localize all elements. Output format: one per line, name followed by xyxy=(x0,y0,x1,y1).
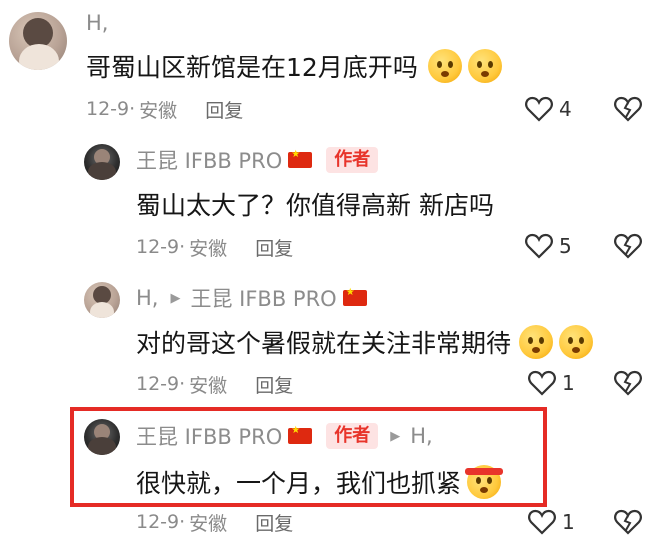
heart-outline-icon xyxy=(528,370,556,396)
thinking-emoji-icon xyxy=(427,49,462,83)
like-count: 1 xyxy=(562,371,575,395)
china-flag-icon xyxy=(288,425,313,444)
reply-item: H, ▶ 王昆 IFBB PRO 对的哥这个暑假就在关注非常期待 12-9·安徽… xyxy=(0,270,660,407)
comment-text: 蜀山太大了？你值得高新 新店吗 xyxy=(136,191,494,220)
reply-button[interactable]: 回复 xyxy=(255,509,293,536)
comment-item: H, 哥蜀山区新馆是在12月底开吗 12-9 · 安徽 回复 4 xyxy=(0,0,660,130)
comment-meta: 12-9 · 安徽 回复 xyxy=(136,234,293,260)
china-flag-icon xyxy=(342,287,367,306)
reply-item: 王昆 IFBB PRO 作者 ▶ H, 很快就，一个月，我们也抓紧 12-9·安… xyxy=(0,407,660,554)
comment-text: 对的哥这个暑假就在关注非常期待 xyxy=(136,322,594,362)
thinking-emoji-icon xyxy=(467,49,502,83)
china-flag-icon xyxy=(288,149,313,168)
heart-outline-icon xyxy=(528,509,556,535)
striving-emoji-icon xyxy=(465,465,504,499)
like-count: 4 xyxy=(559,97,572,121)
broken-heart-icon xyxy=(614,370,642,396)
author-name[interactable]: 王昆 IFBB PRO 作者 xyxy=(136,146,379,174)
like-count: 5 xyxy=(559,234,572,258)
comment-text: 很快就，一个月，我们也抓紧 xyxy=(136,462,504,502)
username[interactable]: H, ▶ 王昆 IFBB PRO xyxy=(136,284,367,312)
broken-heart-icon xyxy=(614,509,642,535)
reply-button[interactable]: 回复 xyxy=(255,371,293,398)
avatar[interactable] xyxy=(9,12,67,70)
broken-heart-icon xyxy=(614,96,642,122)
author-badge: 作者 xyxy=(326,147,379,173)
heart-outline-icon xyxy=(525,96,553,122)
broken-heart-icon xyxy=(614,233,642,259)
reply-item: 王昆 IFBB PRO 作者 蜀山太大了？你值得高新 新店吗 12-9·安徽 回… xyxy=(0,130,660,270)
heart-outline-icon xyxy=(525,233,553,259)
comment-meta: 12-9 · 安徽 回复 xyxy=(86,96,243,122)
avatar[interactable] xyxy=(84,419,120,455)
comment-text: 哥蜀山区新馆是在12月底开吗 xyxy=(86,46,502,86)
reply-arrow-icon: ▶ xyxy=(390,428,401,444)
reply-button[interactable]: 回复 xyxy=(255,234,293,261)
like-button[interactable]: 4 xyxy=(525,96,572,122)
like-button[interactable]: 1 xyxy=(528,509,575,535)
thinking-emoji-icon xyxy=(559,325,594,359)
reply-to-name[interactable]: 王昆 IFBB PRO xyxy=(190,283,336,313)
like-count: 1 xyxy=(562,510,575,534)
avatar[interactable] xyxy=(84,144,120,180)
comment-meta: 12-9 · 安徽 回复 xyxy=(136,371,293,397)
avatar[interactable] xyxy=(84,282,120,318)
dislike-button[interactable] xyxy=(614,233,642,263)
dislike-button[interactable] xyxy=(614,96,642,126)
thinking-emoji-icon xyxy=(519,325,554,359)
reply-button[interactable]: 回复 xyxy=(205,96,243,123)
like-button[interactable]: 1 xyxy=(528,370,575,396)
dislike-button[interactable] xyxy=(614,509,642,539)
username[interactable]: H, xyxy=(86,9,108,37)
author-badge: 作者 xyxy=(326,423,379,449)
like-button[interactable]: 5 xyxy=(525,233,572,259)
comment-meta: 12-9 · 安徽 回复 xyxy=(136,509,293,535)
dislike-button[interactable] xyxy=(614,370,642,400)
reply-arrow-icon: ▶ xyxy=(170,290,181,306)
author-name[interactable]: 王昆 IFBB PRO 作者 ▶ H, xyxy=(136,422,433,450)
reply-to-name[interactable]: H, xyxy=(410,424,432,448)
